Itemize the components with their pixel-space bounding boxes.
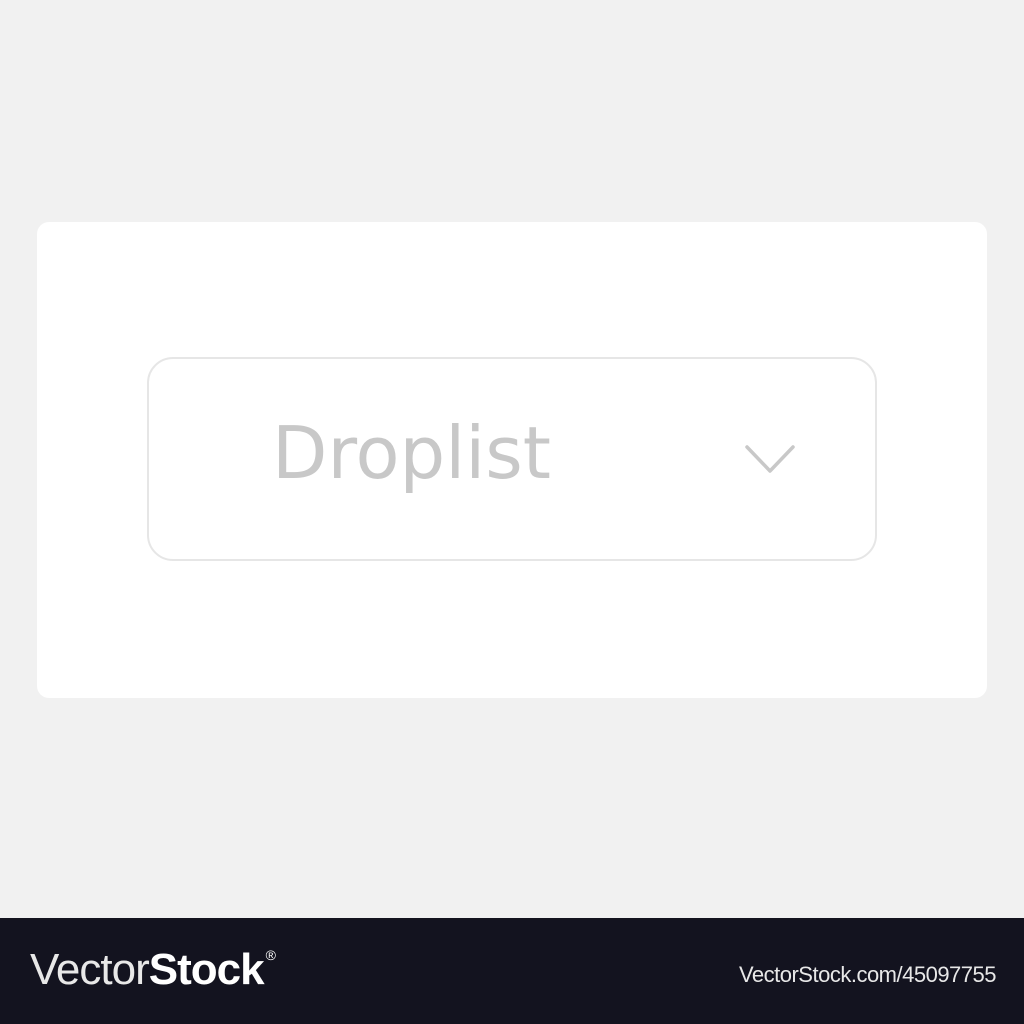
vectorstock-logo: VectorStock ® [30,945,276,994]
droplist-label: Droplist [272,411,551,495]
card-panel: Droplist [37,222,987,698]
chevron-down-icon [745,445,795,473]
droplist-dropdown[interactable]: Droplist [147,357,877,561]
logo-text-bold: Stock [148,945,265,994]
registered-mark: ® [265,947,276,963]
watermark-url: VectorStock.com/45097755 [738,962,997,987]
logo-text-light: Vector [30,945,150,994]
